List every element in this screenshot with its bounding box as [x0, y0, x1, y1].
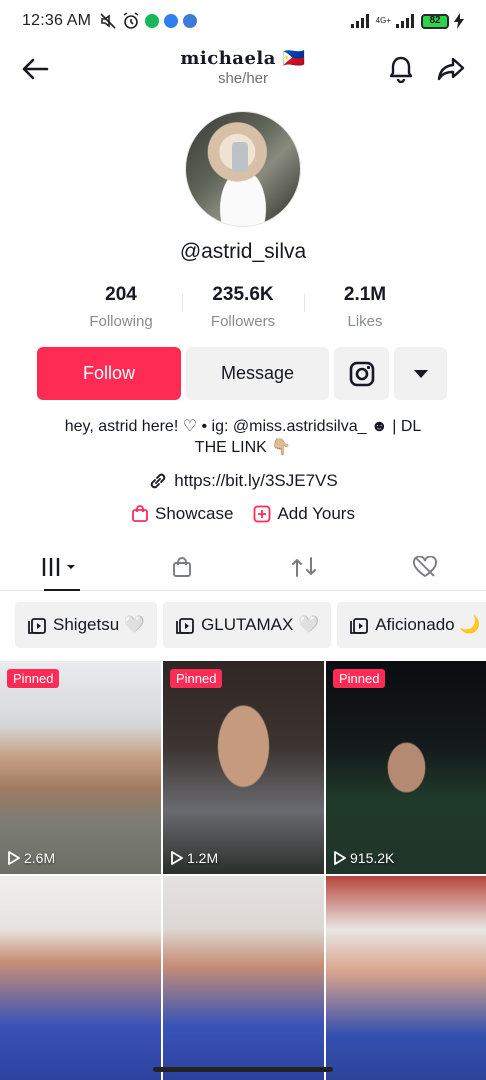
username: @astrid_silva [179, 240, 307, 263]
tab-shop[interactable] [122, 543, 244, 590]
status-bar: 12:36 AM 4G+ 82 [0, 0, 486, 42]
signal-icon-2 [396, 14, 414, 28]
video-thumbnail[interactable]: Pinned 915.2K [326, 661, 486, 874]
stat-followers[interactable]: 235.6K Followers [182, 284, 304, 330]
stat-value: 204 [105, 284, 137, 305]
playlist-icon [350, 618, 369, 634]
pinned-badge: Pinned [7, 669, 60, 688]
add-yours-button[interactable]: Add Yours [253, 504, 355, 524]
stat-value: 235.6K [212, 284, 274, 305]
playlist-label: Aficionado 🌙 [375, 615, 481, 634]
repost-icon [291, 556, 316, 577]
status-time: 12:36 AM [22, 12, 92, 29]
profile-tabs [0, 543, 486, 591]
video-thumbnail[interactable] [326, 876, 486, 1080]
playlist-icon [28, 618, 46, 634]
grid-icon [42, 557, 75, 576]
tab-liked[interactable] [365, 543, 486, 590]
showcase-label: Showcase [155, 504, 234, 523]
view-count: 2.6M [8, 850, 55, 866]
video-thumbnail[interactable]: Pinned 1.2M [163, 661, 324, 874]
playlist-label: GLUTAMAX 🤍 [201, 615, 320, 634]
shopping-bag-icon [173, 556, 192, 577]
playlists-row: Shigetsu 🤍 GLUTAMAX 🤍 Aficionado 🌙 [15, 602, 486, 648]
profile-header: michaela 🇵🇭 she/her [0, 42, 486, 102]
instagram-button[interactable] [334, 347, 389, 400]
bio-link[interactable]: https://bit.ly/3SJE7VS [0, 471, 486, 491]
battery-indicator: 82 [421, 13, 449, 29]
bell-icon [389, 56, 413, 83]
pinned-badge: Pinned [333, 669, 386, 688]
stat-label: Followers [210, 313, 276, 330]
tab-videos[interactable] [0, 543, 122, 591]
playlist-chip[interactable]: Aficionado 🌙 [337, 602, 486, 648]
playlist-icon [176, 618, 194, 634]
share-button[interactable] [434, 52, 468, 86]
view-count: 1.2M [171, 850, 218, 866]
view-count-text: 1.2M [187, 850, 219, 866]
app-notification-icon [145, 14, 160, 28]
profile-extras: Showcase Add Yours [0, 504, 486, 524]
tab-reposts[interactable] [243, 543, 365, 590]
notification-button[interactable] [384, 52, 418, 86]
heart-hidden-icon [413, 555, 438, 577]
stat-label: Likes [347, 313, 383, 330]
play-icon [334, 851, 346, 865]
stat-likes: 2.1M Likes [304, 284, 426, 330]
stat-following[interactable]: 204 Following [60, 284, 182, 330]
view-count: 915.2K [334, 850, 394, 866]
bio: hey, astrid here! ♡ • ig: @miss.astridsi… [40, 416, 446, 458]
more-options-button[interactable] [394, 347, 447, 400]
charging-icon [454, 13, 464, 29]
profile-avatar[interactable] [185, 111, 301, 227]
message-button[interactable]: Message [186, 347, 329, 400]
add-square-icon [254, 505, 271, 523]
stat-value: 2.1M [343, 284, 387, 305]
bio-line: THE LINK 👇🏼 [194, 439, 292, 456]
instagram-icon [349, 361, 374, 386]
showcase-button[interactable]: Showcase [131, 504, 233, 524]
link-text: https://bit.ly/3SJE7VS [174, 471, 338, 490]
share-arrow-icon [437, 57, 465, 81]
view-count-text: 2.6M [24, 850, 56, 866]
play-icon [171, 851, 183, 865]
play-icon [8, 851, 20, 865]
chat-app-icon [183, 14, 198, 28]
profile-actions: Follow Message [37, 347, 447, 400]
follow-button[interactable]: Follow [37, 347, 181, 400]
pinned-badge: Pinned [170, 669, 223, 688]
video-thumbnail[interactable] [0, 876, 161, 1080]
caret-down-icon [413, 369, 428, 378]
video-thumbnail[interactable] [163, 876, 324, 1080]
home-indicator[interactable] [153, 1067, 333, 1072]
link-icon [151, 473, 166, 489]
view-count-text: 915.2K [350, 850, 395, 866]
playlist-label: Shigetsu 🤍 [53, 615, 146, 634]
stat-label: Following [89, 313, 153, 330]
video-thumbnail[interactable]: Pinned 2.6M [0, 661, 161, 874]
network-type: 4G+ [375, 16, 391, 25]
playlist-chip[interactable]: Shigetsu 🤍 [15, 602, 158, 648]
alarm-icon [123, 12, 139, 29]
profile-stats: 204 Following 235.6K Followers 2.1M Like… [60, 284, 426, 330]
mute-icon [100, 13, 116, 29]
signal-icon [350, 14, 369, 28]
messenger-icon [164, 14, 179, 28]
shopping-bag-icon [132, 505, 148, 522]
bio-line: hey, astrid here! ♡ • ig: @miss.astridsi… [64, 418, 422, 435]
playlist-chip[interactable]: GLUTAMAX 🤍 [163, 602, 332, 648]
add-yours-label: Add Yours [277, 504, 355, 523]
video-grid: Pinned 2.6M Pinned 1.2M Pinned 915.2K [0, 661, 486, 1080]
